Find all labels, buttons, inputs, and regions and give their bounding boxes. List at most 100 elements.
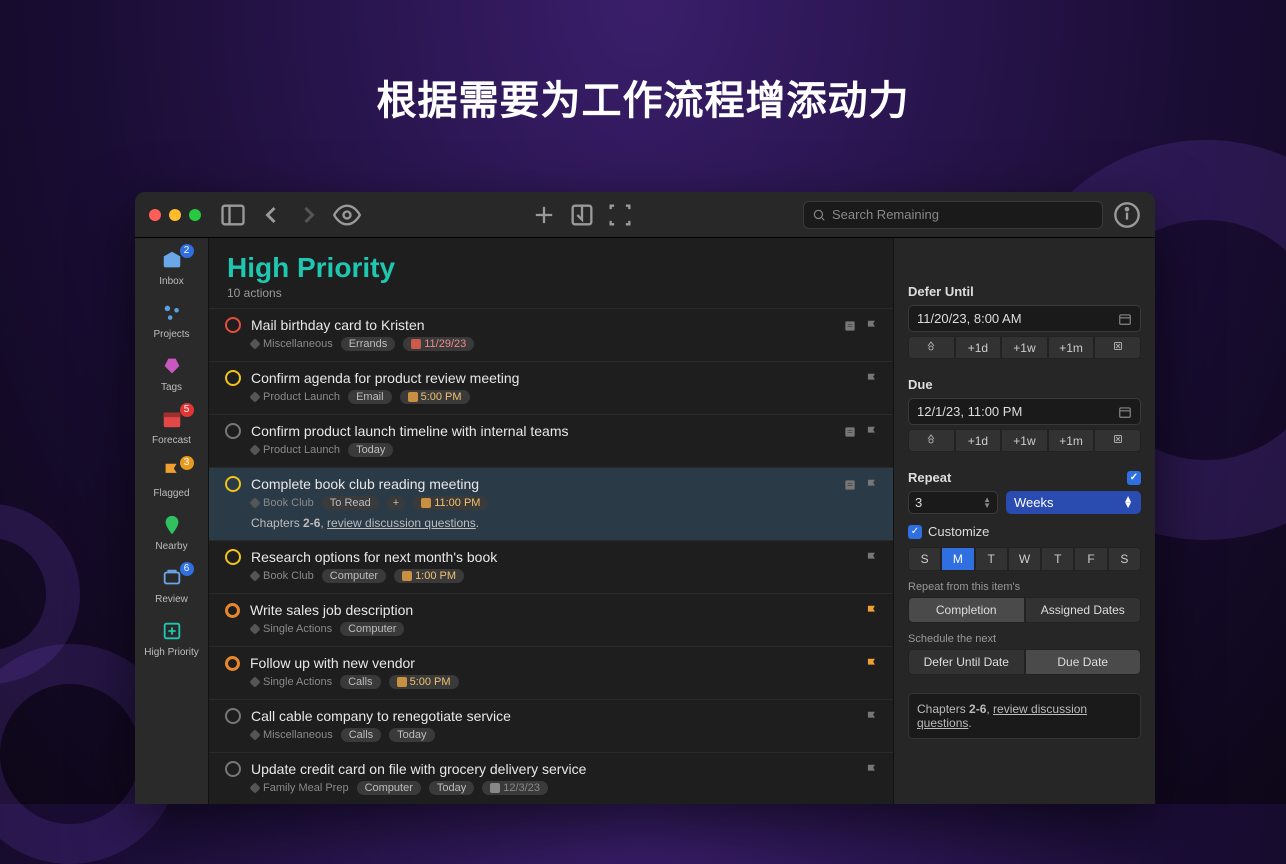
repeat-count-stepper[interactable]: ▲▼ xyxy=(908,491,998,514)
flag-icon[interactable] xyxy=(865,425,879,439)
task-row[interactable]: Mail birthday card to Kristen Miscellane… xyxy=(209,308,893,361)
project-name[interactable]: Miscellaneous xyxy=(251,338,333,350)
date-tag: 5:00 PM xyxy=(389,675,459,689)
defer-date-input[interactable]: 11/20/23, 8:00 AM xyxy=(908,305,1141,332)
due-date-input[interactable]: 12/1/23, 11:00 PM xyxy=(908,398,1141,425)
task-row[interactable]: Confirm agenda for product review meetin… xyxy=(209,361,893,414)
search-input[interactable]: Search Remaining xyxy=(803,201,1103,229)
quick-date-button[interactable]: +1w xyxy=(1001,429,1048,452)
task-row[interactable]: Confirm product launch timeline with int… xyxy=(209,414,893,467)
sidebar-item-flagged[interactable]: Flagged3 xyxy=(140,460,204,499)
sidebar-item-inbox[interactable]: Inbox2 xyxy=(140,248,204,287)
project-name[interactable]: Single Actions xyxy=(251,623,332,635)
repeat-unit-select[interactable]: Weeks ▲▼ xyxy=(1006,491,1141,514)
sidebar-item-tags[interactable]: Tags xyxy=(140,354,204,393)
task-row[interactable]: Complete book club reading meeting Book … xyxy=(209,467,893,540)
quick-date-button[interactable] xyxy=(1094,429,1141,452)
note-box[interactable]: Chapters 2-6, review discussion question… xyxy=(908,693,1141,739)
repeat-checkbox[interactable]: ✓ xyxy=(1127,471,1141,485)
flag-icon[interactable] xyxy=(865,372,879,386)
status-circle[interactable] xyxy=(225,656,240,671)
add-icon[interactable] xyxy=(530,203,558,227)
sidebar-item-projects[interactable]: Projects xyxy=(140,301,204,340)
project-name[interactable]: Single Actions xyxy=(251,676,332,688)
tag-pill[interactable]: Today xyxy=(348,443,393,457)
flag-icon[interactable] xyxy=(865,551,879,565)
tag-pill[interactable]: Calls xyxy=(340,675,380,689)
status-circle[interactable] xyxy=(225,603,240,618)
sidebar-item-nearby[interactable]: Nearby xyxy=(140,513,204,552)
sidebar-item-forecast[interactable]: Forecast5 xyxy=(140,407,204,446)
quick-date-button[interactable]: +1w xyxy=(1001,336,1048,359)
segment-button[interactable]: Completion xyxy=(908,597,1025,623)
sidebar-item-high-priority[interactable]: High Priority xyxy=(140,619,204,658)
tag-pill[interactable]: Errands xyxy=(341,337,396,351)
segment-button[interactable]: Due Date xyxy=(1025,649,1142,675)
weekday-button[interactable]: M xyxy=(941,547,974,571)
forward-icon[interactable] xyxy=(295,203,323,227)
tag-pill[interactable]: Today xyxy=(429,781,474,795)
note-icon[interactable] xyxy=(843,478,857,497)
tag-pill[interactable]: Calls xyxy=(341,728,381,742)
segment-button[interactable]: Defer Until Date xyxy=(908,649,1025,675)
date-tag: 5:00 PM xyxy=(400,390,470,404)
status-circle[interactable] xyxy=(225,423,241,439)
customize-checkbox[interactable]: ✓ xyxy=(908,525,922,539)
weekday-button[interactable]: T xyxy=(1041,547,1074,571)
weekday-button[interactable]: W xyxy=(1008,547,1041,571)
tag-pill[interactable]: Computer xyxy=(357,781,421,795)
task-row[interactable]: Follow up with new vendor Single Actions… xyxy=(209,646,893,699)
sidebar-toggle-icon[interactable] xyxy=(219,203,247,227)
status-circle[interactable] xyxy=(225,549,241,565)
eye-icon[interactable] xyxy=(333,203,361,227)
task-row[interactable]: Update credit card on file with grocery … xyxy=(209,752,893,804)
segment-button[interactable]: Assigned Dates xyxy=(1025,597,1142,623)
tag-pill[interactable]: Computer xyxy=(340,622,404,636)
weekday-button[interactable]: S xyxy=(908,547,941,571)
quick-date-button[interactable] xyxy=(908,336,955,359)
window-controls[interactable] xyxy=(149,209,201,221)
quick-date-button[interactable]: +1d xyxy=(955,429,1002,452)
project-name[interactable]: Family Meal Prep xyxy=(251,782,349,794)
tag-pill[interactable]: Today xyxy=(389,728,434,742)
task-row[interactable]: Write sales job description Single Actio… xyxy=(209,593,893,646)
status-circle[interactable] xyxy=(225,476,241,492)
status-circle[interactable] xyxy=(225,317,241,333)
tag-pill[interactable]: To Read xyxy=(322,496,379,510)
flag-icon[interactable] xyxy=(865,319,879,333)
flag-icon[interactable] xyxy=(865,478,879,492)
status-circle[interactable] xyxy=(225,761,241,777)
quick-entry-icon[interactable] xyxy=(568,203,596,227)
tag-pill[interactable]: + xyxy=(387,496,405,510)
sidebar-item-review[interactable]: Review6 xyxy=(140,566,204,605)
project-name[interactable]: Miscellaneous xyxy=(251,729,333,741)
flag-icon[interactable] xyxy=(865,763,879,777)
project-name[interactable]: Product Launch xyxy=(251,391,340,403)
back-icon[interactable] xyxy=(257,203,285,227)
flag-icon[interactable] xyxy=(865,604,879,618)
project-name[interactable]: Book Club xyxy=(251,497,314,509)
project-name[interactable]: Product Launch xyxy=(251,444,340,456)
status-circle[interactable] xyxy=(225,708,241,724)
quick-date-button[interactable]: +1d xyxy=(955,336,1002,359)
quick-date-button[interactable] xyxy=(1094,336,1141,359)
status-circle[interactable] xyxy=(225,370,241,386)
task-row[interactable]: Call cable company to renegotiate servic… xyxy=(209,699,893,752)
badge: 3 xyxy=(180,456,194,470)
project-name[interactable]: Book Club xyxy=(251,570,314,582)
weekday-button[interactable]: F xyxy=(1074,547,1107,571)
weekday-button[interactable]: S xyxy=(1108,547,1141,571)
weekday-button[interactable]: T xyxy=(975,547,1008,571)
focus-icon[interactable] xyxy=(606,203,634,227)
tag-pill[interactable]: Computer xyxy=(322,569,386,583)
quick-date-button[interactable] xyxy=(908,429,955,452)
task-row[interactable]: Research options for next month's book B… xyxy=(209,540,893,593)
note-icon[interactable] xyxy=(843,425,857,444)
flag-icon[interactable] xyxy=(865,710,879,724)
info-icon[interactable] xyxy=(1113,203,1141,227)
tag-pill[interactable]: Email xyxy=(348,390,392,404)
quick-date-button[interactable]: +1m xyxy=(1048,429,1095,452)
quick-date-button[interactable]: +1m xyxy=(1048,336,1095,359)
note-icon[interactable] xyxy=(843,319,857,338)
flag-icon[interactable] xyxy=(865,657,879,671)
